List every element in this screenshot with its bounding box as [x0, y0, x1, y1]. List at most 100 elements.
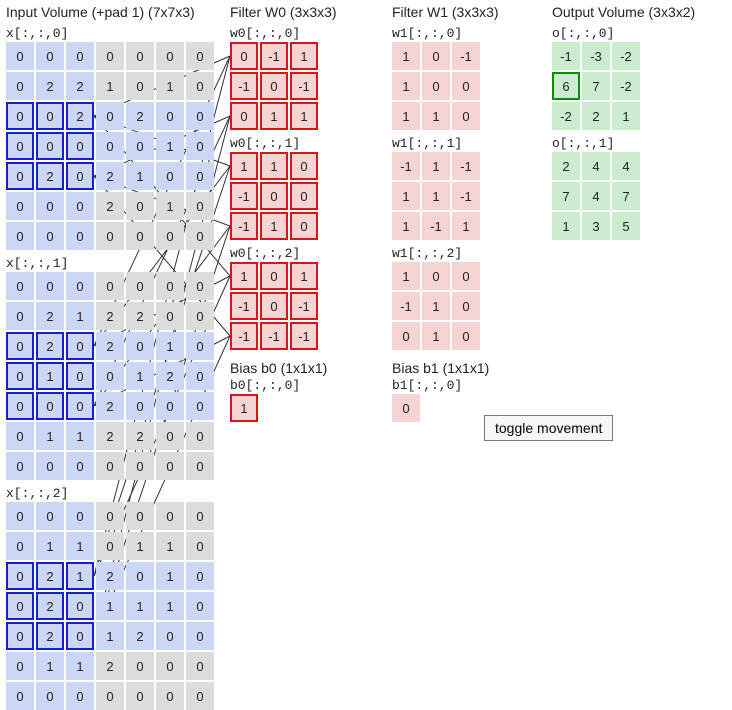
cell: 2 [66, 102, 94, 130]
cell: 0 [36, 502, 64, 530]
cell: 0 [96, 362, 124, 390]
cell: 0 [66, 42, 94, 70]
cell: -1 [230, 182, 258, 210]
cell: 0 [186, 362, 214, 390]
cell: 2 [96, 652, 124, 680]
cell: -1 [230, 212, 258, 240]
cell: 1 [290, 102, 318, 130]
cell: 2 [36, 332, 64, 360]
cell: 0 [6, 72, 34, 100]
cell: -1 [392, 152, 420, 180]
cell: 1 [422, 182, 450, 210]
w1-slice-label: w1[:,:,1] [392, 136, 499, 151]
cell: -1 [230, 322, 258, 350]
cell: -2 [612, 42, 640, 70]
cell: 0 [6, 332, 34, 360]
input-title: Input Volume (+pad 1) (7x7x3) [6, 4, 214, 20]
w1-slice-label: w1[:,:,0] [392, 26, 499, 41]
cell: 0 [36, 392, 64, 420]
cell: 0 [186, 502, 214, 530]
cell: 0 [36, 102, 64, 130]
cell: 0 [186, 222, 214, 250]
cell: 0 [126, 682, 154, 710]
cell: 0 [126, 272, 154, 300]
cell: 0 [6, 562, 34, 590]
cell: 0 [6, 102, 34, 130]
cell: 2 [96, 192, 124, 220]
cell: 0 [186, 562, 214, 590]
cell: 1 [36, 532, 64, 560]
cell: 0 [96, 42, 124, 70]
cell: 0 [36, 452, 64, 480]
cell: 0 [126, 392, 154, 420]
cell: 2 [126, 302, 154, 330]
cell: 1 [422, 152, 450, 180]
cell: 0 [156, 652, 184, 680]
bias-b0-label: b0[:,:,0] [230, 378, 337, 393]
cell: 0 [156, 452, 184, 480]
cell: 2 [156, 362, 184, 390]
cell: 0 [96, 222, 124, 250]
cell: 0 [186, 332, 214, 360]
cell: 0 [6, 362, 34, 390]
output-column: Output Volume (3x3x2) o[:,:,0]-1-3-267-2… [552, 4, 695, 240]
cell: -2 [612, 72, 640, 100]
cell: 0 [260, 72, 288, 100]
cell: -1 [290, 72, 318, 100]
cell: -1 [290, 322, 318, 350]
cell: 0 [126, 222, 154, 250]
cell: 0 [66, 362, 94, 390]
cell: 1 [552, 212, 580, 240]
cell: 1 [392, 72, 420, 100]
cell: 5 [612, 212, 640, 240]
cell: 1 [66, 532, 94, 560]
cell: 0 [126, 72, 154, 100]
cell: 0 [6, 162, 34, 190]
cell: 1 [230, 394, 258, 422]
toggle-movement-button[interactable]: toggle movement [484, 415, 613, 441]
input-column: Input Volume (+pad 1) (7x7x3) x[:,:,0]00… [6, 4, 214, 710]
w0-slice-label: w0[:,:,1] [230, 136, 337, 151]
w0-matrix: 110-100-110 [230, 152, 337, 240]
cell: 1 [422, 322, 450, 350]
cell: 0 [96, 532, 124, 560]
cell: 0 [96, 272, 124, 300]
cell: 0 [156, 422, 184, 450]
cell: 0 [156, 102, 184, 130]
cell: 0 [156, 302, 184, 330]
cell: 2 [36, 162, 64, 190]
cell: 0 [6, 42, 34, 70]
cell: 0 [66, 332, 94, 360]
w0-slice-label: w0[:,:,2] [230, 246, 337, 261]
cell: 0 [96, 132, 124, 160]
cell: 0 [66, 682, 94, 710]
cell: 0 [452, 102, 480, 130]
cell: 0 [452, 292, 480, 320]
cell: -1 [422, 212, 450, 240]
cell: 0 [186, 192, 214, 220]
cell: 1 [422, 292, 450, 320]
cell: 0 [36, 192, 64, 220]
cell: 0 [36, 42, 64, 70]
input-slice-label: x[:,:,0] [6, 26, 214, 41]
cell: 2 [66, 72, 94, 100]
cell: 0 [452, 262, 480, 290]
cell: 1 [290, 262, 318, 290]
cell: 0 [186, 592, 214, 620]
bias-b1-label: b1[:,:,0] [392, 378, 499, 393]
cell: 0 [422, 262, 450, 290]
cell: -1 [260, 322, 288, 350]
cell: 0 [186, 532, 214, 560]
cell: 1 [156, 72, 184, 100]
cell: 0 [186, 42, 214, 70]
cell: 1 [66, 652, 94, 680]
cell: 3 [582, 212, 610, 240]
cell: 0 [260, 292, 288, 320]
cell: 0 [36, 132, 64, 160]
cell: 2 [36, 302, 64, 330]
cell: 6 [552, 72, 580, 100]
cell: 0 [6, 502, 34, 530]
cell: 0 [6, 422, 34, 450]
cell: 0 [186, 682, 214, 710]
filter-w1-column: Filter W1 (3x3x3) w1[:,:,0]10-1100110w1[… [392, 4, 499, 422]
